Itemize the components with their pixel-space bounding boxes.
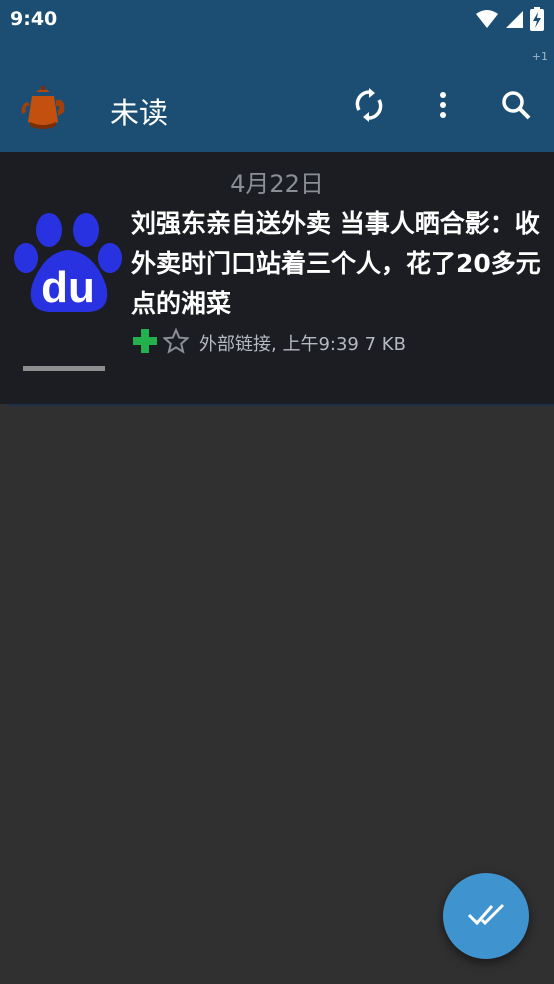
search-button[interactable] [496,87,536,127]
more-vertical-icon [439,91,447,123]
status-bar: 9:40 [0,0,554,40]
refresh-icon [354,88,384,126]
date-header: 4月22日 [230,170,324,198]
article-meta: 外部链接, 上午9:39 7 KB [199,334,406,355]
mark-all-read-icon [467,902,505,930]
status-time: 9:40 [10,8,58,30]
search-icon [501,90,531,124]
toolbar-title: 未读 [110,96,169,130]
refresh-button[interactable] [349,87,389,127]
battery-charging-icon [530,7,544,35]
signal-icon [504,9,524,33]
star-outline-icon[interactable] [162,327,190,358]
notification-badge: +1 [531,50,548,63]
article-list-item[interactable]: du 刘强东亲自送外卖 当事人晒合影：收外卖时门口站着三个人，花了20多元点的湘… [0,200,554,400]
teapot-logo-icon [18,84,68,134]
article-meta-row: 外部链接, 上午9:39 7 KB [133,327,406,358]
app-toolbar: +1 未读 [0,40,554,152]
article-title[interactable]: 刘强东亲自送外卖 当事人晒合影：收外卖时门口站着三个人，花了20多元点的湘菜 [131,204,551,324]
article-card: 4月22日 du 刘强东亲自送外卖 当事人晒合影：收外卖时门口站着三个人，花了2… [0,152,554,404]
card-divider [8,404,554,406]
mark-all-read-button[interactable] [443,873,529,959]
thumbnail-text: du [41,263,95,312]
more-options-button[interactable] [423,87,463,127]
baidu-paw-icon: du [14,210,124,320]
read-progress-line [23,366,105,371]
wifi-icon [476,9,498,33]
status-icons [476,7,544,35]
plus-icon[interactable] [133,329,157,357]
